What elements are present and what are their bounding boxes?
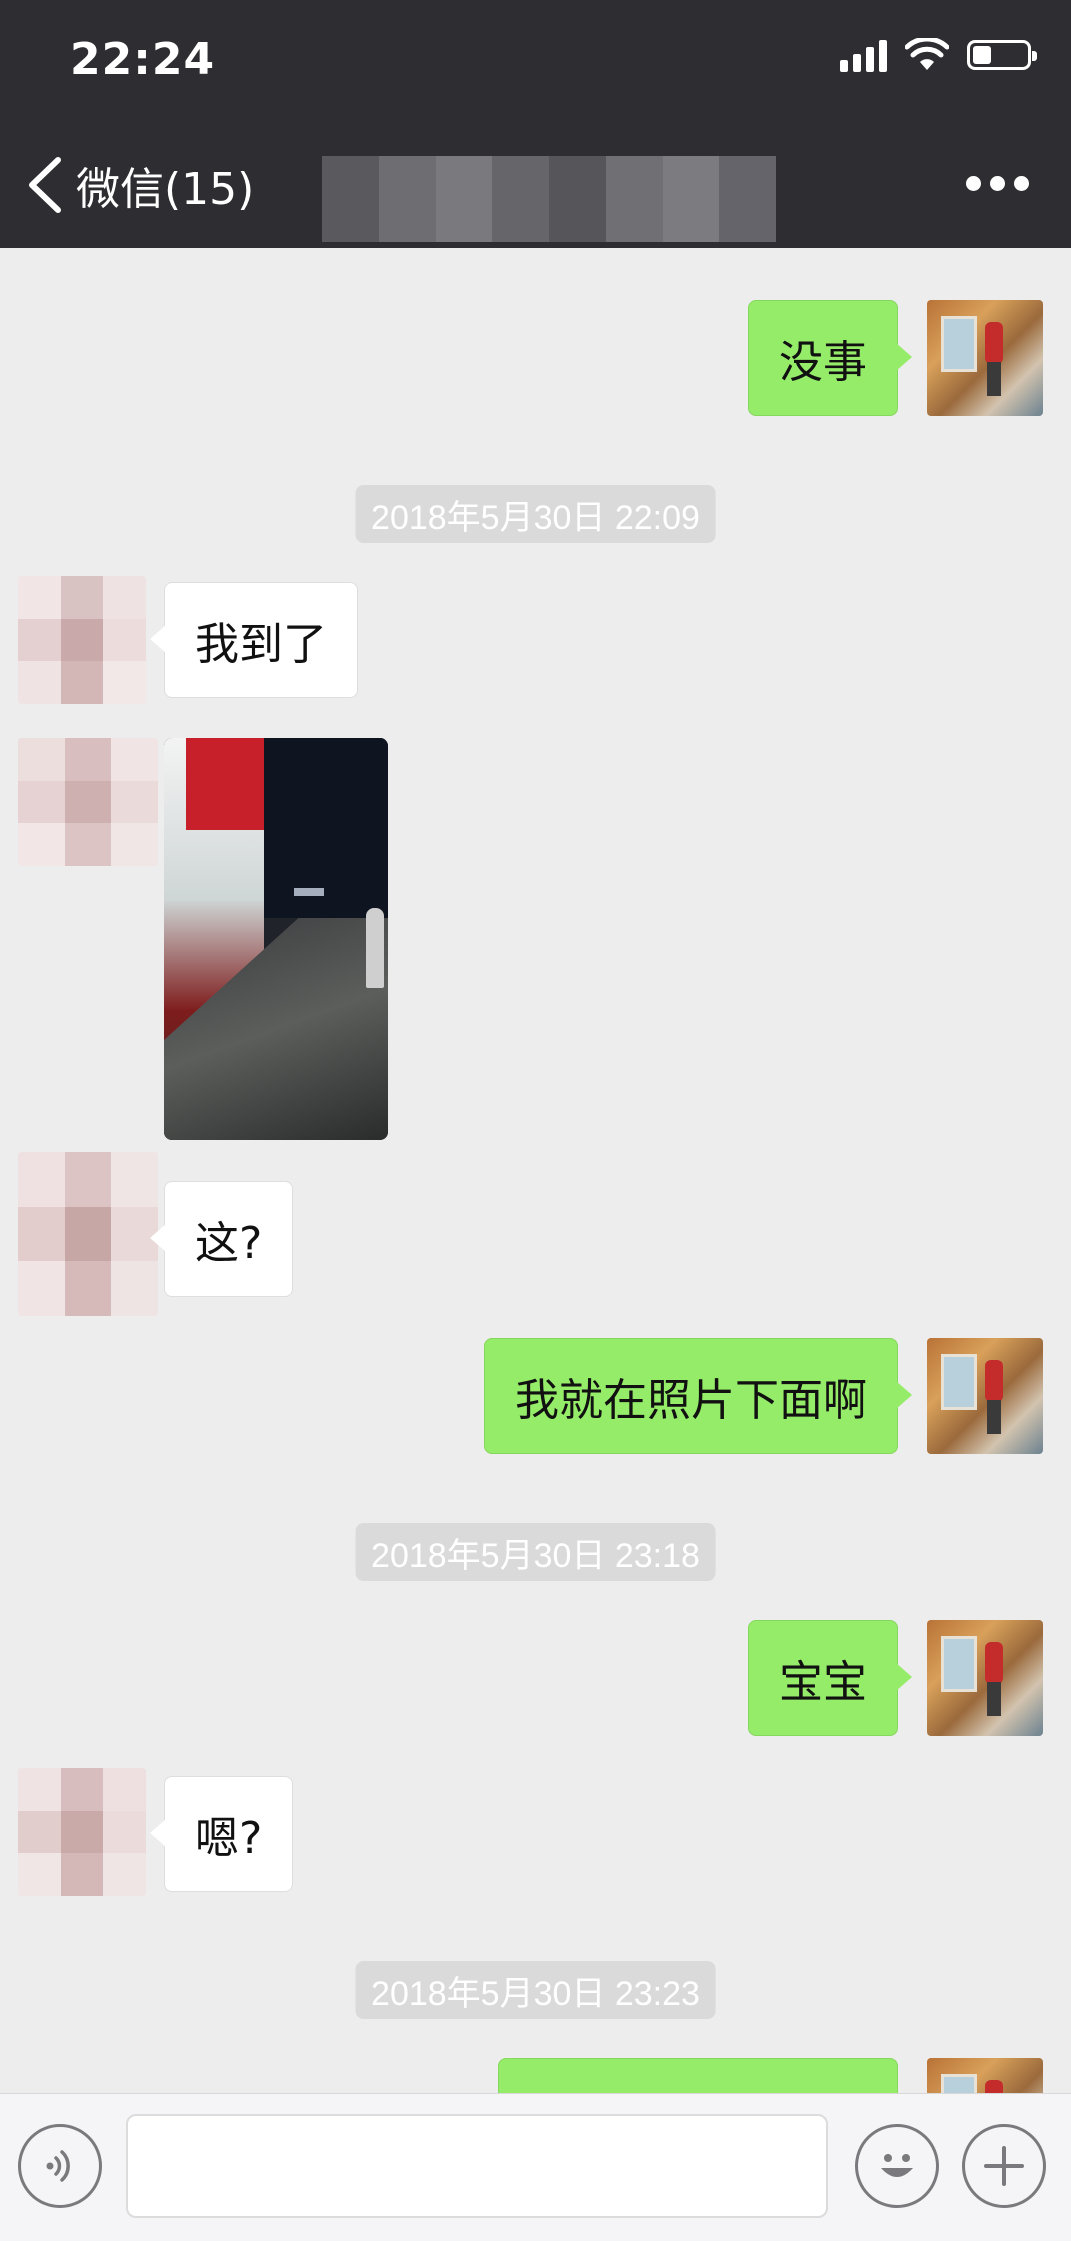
my-avatar[interactable] (927, 1338, 1043, 1454)
my-avatar[interactable] (927, 300, 1043, 416)
smiley-icon (881, 2154, 913, 2177)
chevron-left-icon (29, 157, 61, 213)
message-bubble-outgoing[interactable]: 宝宝 (748, 1620, 912, 1736)
my-avatar[interactable] (927, 1620, 1043, 1736)
my-avatar[interactable] (927, 2058, 1043, 2093)
signal-icon (840, 38, 887, 72)
message-bubble-outgoing-partial[interactable] (498, 2058, 898, 2093)
plus-icon (984, 2146, 1024, 2186)
message-bubble-incoming[interactable]: 我到了 (150, 582, 358, 698)
contact-avatar[interactable] (18, 1152, 158, 1316)
message-timestamp: 2018年5月30日 23:23 (355, 1961, 716, 2019)
chat-header: 22:24 微信(15) (0, 0, 1071, 248)
message-timestamp: 2018年5月30日 22:09 (355, 485, 716, 543)
emoji-button[interactable] (855, 2124, 939, 2208)
message-input[interactable] (126, 2114, 828, 2218)
status-icons (840, 38, 1037, 72)
input-bar (0, 2093, 1071, 2241)
photo-message[interactable] (164, 738, 388, 1140)
contact-avatar[interactable] (18, 738, 158, 866)
voice-toggle-button[interactable] (18, 2124, 102, 2208)
back-label: 微信(15) (76, 164, 255, 215)
message-bubble-outgoing[interactable]: 没事 (748, 300, 912, 416)
back-button[interactable]: 微信(15) (18, 150, 254, 220)
wifi-icon (905, 38, 949, 70)
more-actions-button[interactable] (962, 2124, 1046, 2208)
chat-title-blurred (322, 156, 776, 242)
contact-avatar[interactable] (18, 576, 146, 704)
message-bubble-incoming[interactable]: 这? (149, 1181, 294, 1297)
battery-icon (967, 40, 1037, 70)
contact-avatar[interactable] (18, 1768, 146, 1896)
message-bubble-outgoing[interactable]: 我就在照片下面啊 (484, 1338, 912, 1454)
voice-icon (46, 2150, 70, 2182)
more-button[interactable] (966, 176, 1029, 191)
status-time: 22:24 (70, 34, 216, 85)
message-bubble-incoming[interactable]: 嗯? (149, 1776, 294, 1892)
message-list[interactable]: 没事 2018年5月30日 22:09 我到了 这? 我就在照片下面啊 2018… (0, 248, 1071, 2093)
message-timestamp: 2018年5月30日 23:18 (355, 1523, 716, 1581)
